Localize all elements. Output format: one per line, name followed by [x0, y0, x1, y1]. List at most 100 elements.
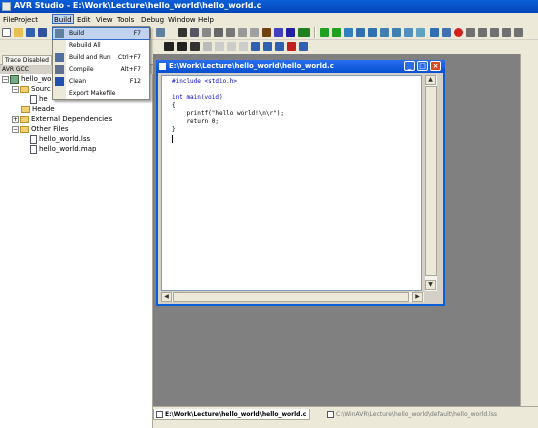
- code-line: {: [172, 102, 176, 109]
- expand-icon[interactable]: +: [12, 115, 19, 123]
- comment-icon[interactable]: [227, 42, 236, 51]
- step-out-icon[interactable]: [392, 28, 401, 37]
- vertical-scroll-thumb[interactable]: [425, 86, 437, 276]
- auto-step-icon[interactable]: [416, 28, 425, 37]
- replace-icon[interactable]: [202, 28, 211, 37]
- folder-icon: [20, 125, 29, 133]
- code-editor[interactable]: #include <stdio.h> int main(void) { prin…: [161, 75, 422, 291]
- quickwatch-icon[interactable]: [466, 28, 475, 37]
- vertical-scrollbar[interactable]: ▲ ▼: [424, 75, 437, 291]
- stk-icon[interactable]: [298, 28, 310, 37]
- window-tile-icon[interactable]: [251, 42, 260, 51]
- start-debugging-icon[interactable]: [320, 28, 329, 37]
- tree-node-external-dependencies[interactable]: + External Dependencies: [12, 114, 112, 124]
- close-button[interactable]: ×: [430, 61, 441, 71]
- break-icon[interactable]: [344, 28, 353, 37]
- io-view-icon[interactable]: [502, 28, 511, 37]
- toggle-bookmark-icon[interactable]: [214, 28, 223, 37]
- save-icon[interactable]: [26, 28, 35, 37]
- collapse-icon[interactable]: −: [2, 75, 9, 83]
- find-icon[interactable]: [178, 28, 187, 37]
- menu-tools[interactable]: Tools: [117, 15, 134, 25]
- memory-icon[interactable]: [478, 28, 487, 37]
- build-menu-item-rebuild-all[interactable]: Rebuild All: [53, 40, 149, 51]
- tab-hello-world-c[interactable]: E:\Work\Lecture\hello_world\hello_world.…: [153, 409, 311, 420]
- scroll-right-icon[interactable]: ▶: [412, 292, 423, 302]
- tree-node-project[interactable]: − hello_wo: [2, 74, 51, 84]
- close-window-icon[interactable]: [287, 42, 296, 51]
- stop-icon[interactable]: [454, 28, 463, 37]
- build-menu-dropdown: Build F7 Rebuild All Build and Run Ctrl+…: [52, 26, 150, 100]
- tree-node-source-files[interactable]: − Sourc: [12, 84, 51, 94]
- horizontal-scroll-thumb[interactable]: [173, 292, 409, 302]
- build-icon[interactable]: [156, 28, 165, 37]
- right-toolbar-strip: [520, 54, 538, 414]
- avr-studio-icon: [2, 2, 11, 11]
- minimize-button[interactable]: _: [404, 61, 415, 71]
- window-arrange-icon[interactable]: [275, 42, 284, 51]
- tab-hello-world-lss[interactable]: C:\WinAVR\Lecture\hello_world\default\he…: [325, 409, 500, 420]
- run-to-cursor-icon[interactable]: [404, 28, 413, 37]
- connect-icon[interactable]: [274, 28, 283, 37]
- uncomment-icon[interactable]: [239, 42, 248, 51]
- programmer-icon[interactable]: [286, 28, 295, 37]
- horizontal-scrollbar[interactable]: ◀ ▶: [161, 292, 424, 302]
- window-cascade-icon[interactable]: [263, 42, 272, 51]
- tree-node-source-file[interactable]: he: [30, 94, 48, 104]
- build-menu-item-compile[interactable]: Compile Alt+F7: [53, 64, 149, 75]
- save-all-icon[interactable]: [38, 28, 47, 37]
- step-into-icon[interactable]: [368, 28, 377, 37]
- tree-node-other-files[interactable]: − Other Files: [12, 124, 68, 134]
- menu-view[interactable]: View: [96, 15, 113, 25]
- tree-node-header-files[interactable]: Heade: [21, 104, 55, 114]
- clear-bookmarks-icon[interactable]: [250, 28, 259, 37]
- new-file-icon[interactable]: [2, 28, 11, 37]
- find-in-files-icon[interactable]: [190, 28, 199, 37]
- run-icon[interactable]: [332, 28, 341, 37]
- code-line: }: [172, 126, 176, 133]
- new-window-icon[interactable]: [299, 42, 308, 51]
- tree-node-map-file[interactable]: hello_world.map: [30, 144, 96, 154]
- build-menu-item-build-and-run[interactable]: Build and Run Ctrl+F7: [53, 52, 149, 63]
- size-grip[interactable]: [424, 292, 437, 302]
- registers-icon[interactable]: [490, 28, 499, 37]
- folder-icon: [20, 115, 29, 123]
- menu-edit[interactable]: Edit: [77, 15, 91, 25]
- ascii-icon[interactable]: [190, 42, 200, 51]
- build-menu-item-export-makefile[interactable]: Export Makefile: [53, 88, 149, 99]
- menu-file[interactable]: File: [3, 15, 15, 25]
- disassembler-icon[interactable]: [514, 28, 523, 37]
- build-menu-item-build[interactable]: Build F7: [52, 27, 150, 40]
- scroll-down-icon[interactable]: ▼: [425, 280, 436, 290]
- step-over-icon[interactable]: [380, 28, 389, 37]
- build-menu-item-clean[interactable]: Clean F12: [53, 76, 149, 87]
- compile-icon: [55, 65, 64, 74]
- document-icon: [156, 411, 163, 418]
- scroll-left-icon[interactable]: ◀: [161, 292, 172, 302]
- trace-disabled-tab[interactable]: Trace Disabled: [2, 55, 52, 65]
- open-folder-icon[interactable]: [14, 28, 23, 37]
- collapse-icon[interactable]: −: [12, 85, 19, 93]
- maximize-button[interactable]: □: [417, 61, 428, 71]
- next-bookmark-icon[interactable]: [226, 28, 235, 37]
- folder-icon: [21, 105, 30, 113]
- watch-icon[interactable]: [442, 28, 451, 37]
- outdent-icon[interactable]: [215, 42, 224, 51]
- prev-bookmark-icon[interactable]: [238, 28, 247, 37]
- breakpoint-toggle-icon[interactable]: [430, 28, 439, 37]
- collapse-icon[interactable]: −: [12, 125, 19, 133]
- binary-icon[interactable]: [164, 42, 174, 51]
- chip-icon[interactable]: [262, 28, 271, 37]
- scroll-up-icon[interactable]: ▲: [425, 75, 436, 85]
- menu-debug[interactable]: Debug: [141, 15, 164, 25]
- hex-icon[interactable]: [177, 42, 187, 51]
- editor-title-bar[interactable]: E:\Work\Lecture\hello_world\hello_world.…: [156, 60, 445, 73]
- menu-window[interactable]: Window: [168, 15, 196, 25]
- menu-help[interactable]: Help: [198, 15, 214, 25]
- reset-icon[interactable]: [356, 28, 365, 37]
- menu-build[interactable]: Build: [52, 14, 74, 24]
- project-panel: Trace Disabled AVR GCC − hello_wo − Sourc …: [0, 54, 153, 428]
- indent-icon[interactable]: [203, 42, 212, 51]
- tree-node-lss-file[interactable]: hello_world.lss: [30, 134, 90, 144]
- menu-project[interactable]: Project: [14, 15, 38, 25]
